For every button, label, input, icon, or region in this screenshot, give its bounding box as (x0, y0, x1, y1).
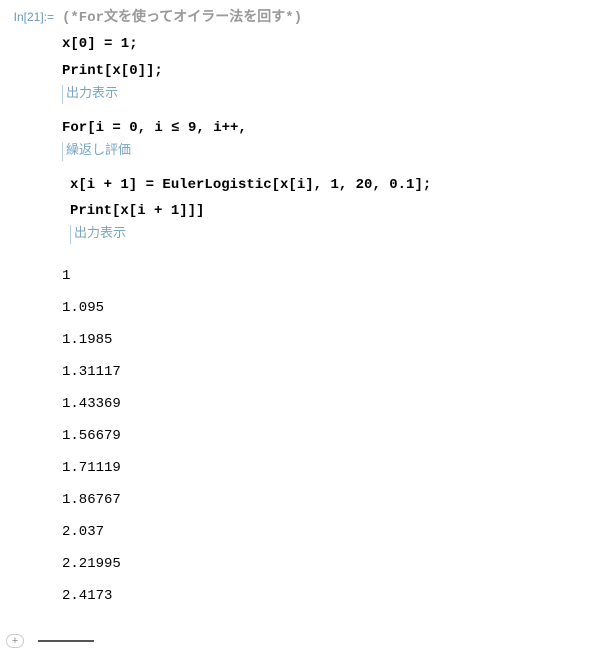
output-line: 1.71119 (62, 460, 616, 476)
output-line: 2.037 (62, 524, 616, 540)
output-line: 1.86767 (62, 492, 616, 508)
in-label: In[21]:= (0, 8, 62, 24)
code-line-1: x[0] = 1; (62, 34, 616, 54)
code-comment: (*For文を使ってオイラー法を回す*) (62, 8, 616, 28)
annotation-for: 繰返し評価 (62, 142, 131, 161)
output-line: 1.56679 (62, 428, 616, 444)
code-line-4: x[i + 1] = EulerLogistic[x[i], 1, 20, 0.… (70, 175, 616, 195)
output-line: 1.31117 (62, 364, 616, 380)
input-cell: In[21]:= (*For文を使ってオイラー法を回す*) x[0] = 1; … (0, 8, 616, 258)
output-line: 1.43369 (62, 396, 616, 412)
annotation-print-2: 出力表示 (70, 225, 126, 244)
output-line: 1 (62, 268, 616, 284)
output-line: 1.1985 (62, 332, 616, 348)
code-line-2: Print[x[0]]; (62, 61, 616, 81)
output-line: 2.4173 (62, 588, 616, 604)
code-line-5: Print[x[i + 1]]] (70, 201, 616, 221)
insertion-bar[interactable] (38, 640, 94, 642)
output-line: 2.21995 (62, 556, 616, 572)
add-cell-button[interactable]: + (6, 634, 24, 648)
annotation-print-1: 出力表示 (62, 85, 118, 104)
output-section: 1 1.095 1.1985 1.31117 1.43369 1.56679 1… (0, 268, 616, 604)
code-line-3: For[i = 0, i ≤ 9, i++, (62, 118, 616, 138)
output-line: 1.095 (62, 300, 616, 316)
code-content[interactable]: (*For文を使ってオイラー法を回す*) x[0] = 1; Print[x[0… (62, 8, 616, 258)
